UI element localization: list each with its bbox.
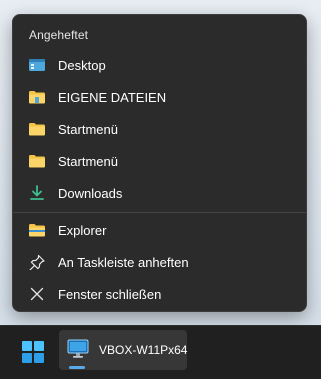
folder-icon [29,155,45,168]
jumplist-item-label: Startmenü [58,154,118,169]
monitor-icon [67,339,89,358]
taskbar-app-vbox[interactable]: VBOX-W11Px64 [59,330,187,370]
jumplist-action-explorer[interactable]: Explorer [17,215,302,245]
jumplist-item-startmenu-2[interactable]: Startmenü [17,146,302,176]
menu-separator [13,212,306,213]
jumplist-item-startmenu-1[interactable]: Startmenü [17,114,302,144]
windows-start-icon [22,341,44,363]
close-icon [30,287,44,301]
file-explorer-icon [29,224,45,237]
jumplist-item-downloads[interactable]: Downloads [17,178,302,208]
folder-icon [29,123,45,136]
jumplist-item-eigene-dateien[interactable]: EIGENE DATEIEN [17,82,302,112]
jumplist-item-label: Downloads [58,186,123,201]
jumplist-item-label: Startmenü [58,122,118,137]
download-icon [30,185,44,200]
jumplist-action-label: Explorer [58,223,107,238]
running-indicator [69,366,85,369]
start-button[interactable] [15,334,51,370]
folder-icon [29,91,45,104]
pinned-section-header: Angeheftet [29,28,89,42]
jumplist-action-pin-to-taskbar[interactable]: An Taskleiste anheften [17,247,302,277]
taskbar: VBOX-W11Px64 [0,325,321,379]
jumplist-action-close-window[interactable]: Fenster schließen [17,279,302,309]
jumplist-action-label: Fenster schließen [58,287,162,302]
jumplist-action-label: An Taskleiste anheften [58,255,189,270]
desktop-folder-icon [29,59,45,71]
jumplist-item-desktop[interactable]: Desktop [17,50,302,80]
pin-icon [29,254,45,270]
jump-list-menu: Angeheftet Desktop EIGENE DATEIEN Startm… [12,14,307,312]
jumplist-item-label: EIGENE DATEIEN [58,90,167,105]
taskbar-app-label: VBOX-W11Px64 [99,343,188,357]
jumplist-item-label: Desktop [58,58,106,73]
